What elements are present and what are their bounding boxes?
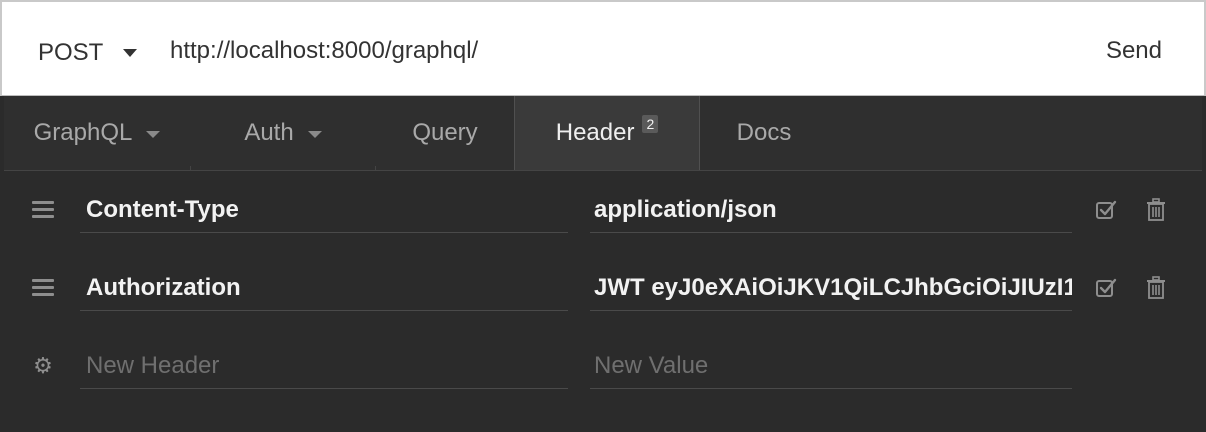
chevron-down-icon (123, 49, 138, 57)
chevron-down-icon (307, 130, 322, 138)
checkbox-icon[interactable] (1095, 277, 1117, 299)
request-tabs: GraphQL Auth Query Header 2 Docs (4, 96, 1202, 171)
new-header-row: ⚙ New Header New Value (4, 327, 1202, 405)
trash-icon[interactable] (1146, 198, 1166, 222)
header-name-field[interactable]: Content-Type (80, 187, 568, 233)
tab-auth[interactable]: Auth (191, 96, 375, 170)
tab-header[interactable]: Header 2 (514, 96, 700, 170)
url-input[interactable] (170, 34, 1050, 68)
drag-handle-icon[interactable] (32, 201, 54, 219)
tab-header-label: Header (555, 119, 635, 146)
method-dropdown[interactable]: POST (38, 36, 138, 70)
send-button[interactable]: Send (1106, 34, 1162, 68)
header-count-badge: 2 (642, 115, 659, 133)
chevron-down-icon (146, 130, 161, 138)
graphql-client: POST Send GraphQL Auth Query Header 2 Do… (0, 0, 1206, 432)
new-header-value-field[interactable]: New Value (590, 343, 1072, 389)
headers-panel: Content-Type application/json Authorizat… (4, 171, 1202, 432)
header-name-field[interactable]: Authorization (80, 265, 568, 311)
trash-icon[interactable] (1146, 276, 1166, 300)
header-value-field[interactable]: JWT eyJ0eXAiOiJKV1QiLCJhbGciOiJIUzI1NiJ9 (590, 265, 1072, 311)
url-bar: POST Send (0, 0, 1206, 96)
method-label: POST (38, 39, 104, 66)
checkbox-icon[interactable] (1095, 199, 1117, 221)
tab-query-label: Query (412, 119, 478, 146)
drag-handle-icon[interactable] (32, 279, 54, 297)
tab-graphql[interactable]: GraphQL (4, 96, 190, 170)
tab-auth-label: Auth (244, 119, 294, 146)
header-row: Authorization JWT eyJ0eXAiOiJKV1QiLCJhbG… (4, 249, 1202, 327)
gear-icon[interactable]: ⚙ (32, 355, 54, 377)
tab-graphql-label: GraphQL (33, 119, 133, 146)
tab-query[interactable]: Query (376, 96, 514, 170)
new-header-name-field[interactable]: New Header (80, 343, 568, 389)
tab-docs-label: Docs (736, 119, 792, 146)
tab-docs[interactable]: Docs (700, 96, 828, 170)
header-value-field[interactable]: application/json (590, 187, 1072, 233)
header-row: Content-Type application/json (4, 171, 1202, 249)
